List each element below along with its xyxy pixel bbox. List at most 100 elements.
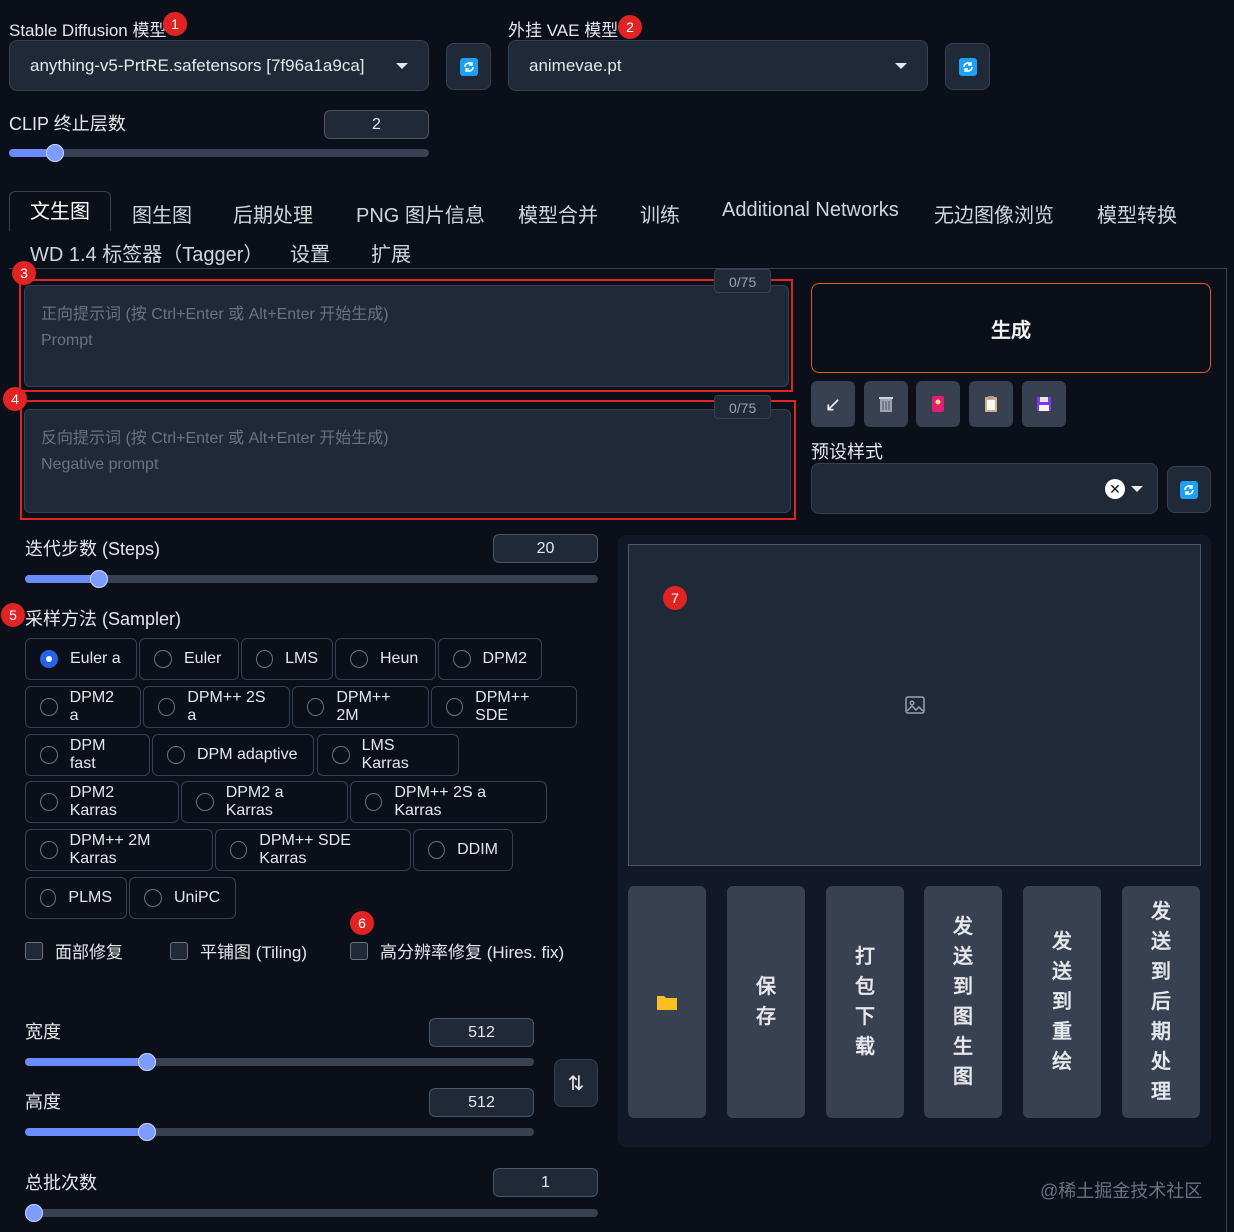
send-to-extras-label: 发送到后期处理	[1151, 897, 1171, 1107]
tab-img2img[interactable]: 图生图	[132, 199, 192, 228]
prompt-token-counter: 0/75	[714, 269, 772, 293]
clip-skip-input[interactable]: 2	[324, 110, 429, 139]
apply-style-button[interactable]	[969, 381, 1013, 427]
send-to-inpaint-button[interactable]: 发送到重绘	[1023, 886, 1101, 1118]
sampler-option-dpm2[interactable]: DPM2	[438, 638, 542, 680]
slider-thumb[interactable]	[138, 1123, 157, 1141]
sampler-option-dpmpp-sde[interactable]: DPM++ SDE	[431, 686, 577, 728]
slider-thumb[interactable]	[90, 570, 109, 588]
sampler-option-euler[interactable]: Euler	[139, 638, 239, 680]
tab-extras[interactable]: 后期处理	[233, 199, 313, 228]
tab-png-info[interactable]: PNG 图片信息	[356, 199, 485, 228]
prompt-textarea[interactable]: 正向提示词 (按 Ctrl+Enter 或 Alt+Enter 开始生成) Pr…	[24, 285, 789, 387]
tab-model-convert[interactable]: 模型转换	[1097, 199, 1177, 228]
sampler-option-label: DDIM	[457, 841, 498, 858]
read-params-button[interactable]: ↙	[811, 381, 855, 427]
refresh-sd-model-button[interactable]	[446, 43, 491, 90]
sampler-option-unipc[interactable]: UniPC	[129, 877, 236, 919]
sampler-option-heun[interactable]: Heun	[335, 638, 436, 680]
radio-icon	[428, 841, 446, 859]
slider-thumb[interactable]	[138, 1053, 157, 1071]
annotation-marker-5: 5	[1, 603, 25, 627]
refresh-vae-button[interactable]	[945, 43, 990, 90]
tab-wd-tagger[interactable]: WD 1.4 标签器（Tagger）	[30, 238, 263, 267]
clear-prompt-button[interactable]	[864, 381, 908, 427]
slider-thumb[interactable]	[25, 1204, 43, 1222]
sd-model-dropdown[interactable]: anything-v5-PrtRE.safetensors [7f96a1a9c…	[9, 40, 429, 91]
sampler-option-label: DPM2 Karras	[69, 784, 117, 819]
chevron-down-icon	[396, 62, 408, 69]
sampler-option-dpmpp-sde-karras[interactable]: DPM++ SDE Karras	[215, 829, 411, 871]
prompt-placeholder: 正向提示词 (按 Ctrl+Enter 或 Alt+Enter 开始生成)	[41, 306, 389, 323]
height-input[interactable]: 512	[429, 1088, 534, 1117]
sampler-option-dpmpp-2s-a-karras[interactable]: DPM++ 2S a Karras	[350, 781, 547, 823]
save-button[interactable]: 保存	[727, 886, 805, 1118]
swap-dimensions-button[interactable]: ⇅	[554, 1059, 598, 1107]
send-to-img2img-button[interactable]: 发送到图生图	[924, 886, 1002, 1118]
tab-extensions[interactable]: 扩展	[371, 238, 411, 267]
sampler-option-dpmpp-2m[interactable]: DPM++ 2M	[292, 686, 429, 728]
save-style-button[interactable]	[1022, 381, 1066, 427]
sampler-option-label: DPM++ SDE Karras	[259, 832, 351, 867]
sampler-option-dpm-adaptive[interactable]: DPM adaptive	[152, 734, 314, 776]
sampler-option-dpmpp-2s-a[interactable]: DPM++ 2S a	[143, 686, 290, 728]
checkbox-box	[170, 941, 188, 960]
refresh-icon	[958, 57, 977, 76]
sampler-option-euler-a[interactable]: Euler a	[25, 638, 137, 680]
sampler-option-label: DPM++ 2S a	[187, 689, 266, 724]
radio-icon	[332, 746, 350, 764]
sampler-option-dpm-fast[interactable]: DPM fast	[25, 734, 150, 776]
vertical-char: 重	[1052, 1021, 1072, 1043]
sampler-option-dpm2-karras[interactable]: DPM2 Karras	[25, 781, 179, 823]
tiling-checkbox[interactable]: 平铺图 (Tiling)	[170, 938, 307, 963]
sampler-option-ddim[interactable]: DDIM	[413, 829, 513, 871]
vae-model-dropdown[interactable]: animevae.pt	[508, 40, 928, 91]
steps-input[interactable]: 20	[493, 534, 598, 563]
watermark: @稀土掘金技术社区	[1040, 1181, 1203, 1201]
sampler-option-dpmpp-2m-karras[interactable]: DPM++ 2M Karras	[25, 829, 213, 871]
batch-count-input[interactable]: 1	[493, 1168, 598, 1197]
refresh-styles-button[interactable]	[1167, 466, 1211, 513]
sampler-option-label: DPM adaptive	[197, 746, 298, 763]
send-to-extras-button[interactable]: 发送到后期处理	[1122, 886, 1200, 1118]
radio-icon	[40, 698, 58, 716]
batch-count-slider[interactable]	[25, 1204, 598, 1222]
height-slider[interactable]	[25, 1123, 534, 1141]
hires-fix-checkbox[interactable]: 高分辨率修复 (Hires. fix)	[350, 938, 564, 963]
radio-icon	[453, 650, 471, 668]
zip-download-label: 打包下载	[855, 942, 875, 1062]
show-extra-networks-button[interactable]	[916, 381, 960, 427]
tab-infinite-browser[interactable]: 无边图像浏览	[934, 199, 1054, 228]
tab-settings[interactable]: 设置	[290, 238, 330, 267]
radio-icon	[446, 698, 464, 716]
vertical-char: 到	[1052, 991, 1072, 1013]
sampler-option-label: DPM++ 2S a Karras	[394, 784, 486, 819]
output-gallery[interactable]	[628, 544, 1201, 866]
restore-faces-checkbox[interactable]: 面部修复	[25, 938, 123, 963]
sampler-option-dpm2-a[interactable]: DPM2 a	[25, 686, 141, 728]
generate-button[interactable]: 生成	[811, 283, 1211, 373]
tab-train[interactable]: 训练	[640, 199, 680, 228]
vertical-char: 送	[953, 946, 973, 968]
negative-prompt-textarea[interactable]: 反向提示词 (按 Ctrl+Enter 或 Alt+Enter 开始生成) Ne…	[24, 409, 791, 513]
sampler-option-lms[interactable]: LMS	[241, 638, 333, 680]
steps-slider[interactable]	[25, 570, 598, 588]
open-folder-button[interactable]	[628, 886, 706, 1118]
sampler-option-label: DPM2 a Karras	[225, 784, 284, 819]
tab-model-merge[interactable]: 模型合并	[518, 199, 598, 228]
zip-download-button[interactable]: 打包下载	[826, 886, 904, 1118]
tab-additional-networks[interactable]: Additional Networks	[722, 199, 899, 222]
width-input[interactable]: 512	[429, 1018, 534, 1047]
width-slider[interactable]	[25, 1053, 534, 1071]
sampler-option-label: DPM++ 2M Karras	[69, 832, 151, 867]
clip-skip-slider[interactable]	[9, 144, 429, 162]
annotation-marker-4: 4	[3, 387, 27, 411]
slider-thumb[interactable]	[46, 144, 65, 162]
styles-dropdown[interactable]: ✕	[811, 463, 1158, 514]
tab-txt2img[interactable]: 文生图	[9, 191, 111, 231]
sampler-option-lms-karras[interactable]: LMS Karras	[317, 734, 459, 776]
sampler-option-plms[interactable]: PLMS	[25, 877, 127, 919]
clear-icon[interactable]: ✕	[1105, 478, 1125, 499]
sampler-option-dpm2-a-karras[interactable]: DPM2 a Karras	[181, 781, 348, 823]
vertical-char: 到	[953, 976, 973, 998]
